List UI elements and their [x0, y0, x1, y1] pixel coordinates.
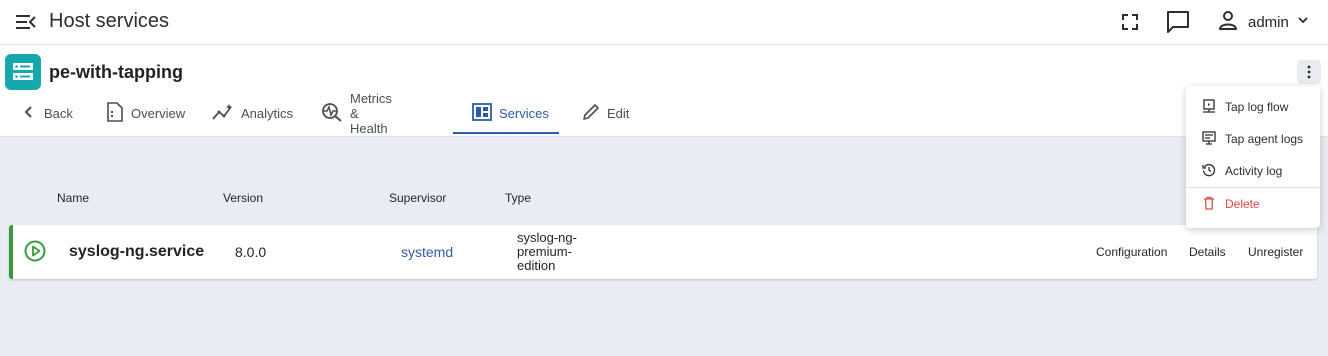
column-header-name: Name [57, 191, 90, 205]
tab-analytics[interactable]: Analytics [212, 91, 293, 135]
tab-edit[interactable]: Edit [582, 91, 629, 135]
service-type: syslog-ng- premium- edition [517, 231, 597, 273]
chevron-left-icon [21, 104, 44, 123]
tab-label: Overview [131, 105, 186, 121]
tap-flow-icon [1202, 98, 1225, 116]
details-button[interactable]: Details [1189, 245, 1226, 259]
service-supervisor-link[interactable]: systemd [401, 244, 453, 260]
tab-label: Metrics & Health [350, 90, 392, 136]
user-menu[interactable]: admin [1216, 8, 1309, 36]
configuration-button[interactable]: Configuration [1096, 245, 1167, 259]
tab-overview[interactable]: Overview [106, 91, 185, 135]
services-icon [472, 102, 499, 124]
active-tab-indicator [453, 132, 559, 134]
play-circle-icon [24, 240, 46, 262]
menu-item-tap-agent-logs[interactable]: Tap agent logs [1186, 125, 1320, 153]
service-type-line: edition [517, 258, 556, 273]
menu-item-delete[interactable]: Delete [1186, 190, 1320, 218]
tab-label: Analytics [241, 105, 294, 121]
more-actions-button[interactable] [1297, 60, 1321, 84]
service-type-line: syslog-ng- [517, 230, 577, 245]
menu-collapse-icon[interactable] [14, 11, 38, 33]
analytics-icon [212, 103, 241, 124]
tab-label: Back [44, 105, 73, 121]
server-icon [5, 54, 41, 90]
metrics-icon [321, 102, 350, 125]
document-icon [106, 101, 131, 125]
tab-services[interactable]: Services [472, 91, 549, 135]
menu-item-tap-log-flow[interactable]: Tap log flow [1186, 93, 1320, 121]
menu-item-label: Tap agent logs [1225, 132, 1304, 146]
unregister-button[interactable]: Unregister [1248, 245, 1303, 259]
menu-item-label: Tap log flow [1225, 100, 1289, 114]
agent-logs-icon [1202, 130, 1225, 148]
service-version: 8.0.0 [235, 244, 267, 260]
history-icon [1202, 163, 1225, 180]
column-header-version: Version [223, 191, 264, 205]
column-header-type: Type [505, 191, 532, 205]
menu-item-label: Activity log [1225, 164, 1283, 178]
trash-icon [1202, 196, 1225, 213]
menu-item-label: Delete [1225, 197, 1260, 211]
user-name: admin [1248, 13, 1289, 31]
tab-metrics-health[interactable]: Metrics & Health [321, 90, 392, 136]
host-name: pe-with-tapping [49, 62, 183, 82]
menu-divider [1186, 187, 1320, 188]
menu-item-activity-log[interactable]: Activity log [1186, 157, 1320, 185]
column-header-supervisor: Supervisor [389, 191, 447, 205]
user-icon [1216, 8, 1240, 37]
tab-label: Edit [607, 105, 630, 121]
tab-label: Services [499, 105, 549, 121]
tab-back[interactable]: Back [21, 91, 73, 135]
top-bar: Host services admin [0, 0, 1328, 45]
service-name: syslog-ng.service [69, 243, 205, 260]
pencil-icon [582, 103, 607, 124]
feedback-icon[interactable] [1165, 9, 1191, 35]
chevron-down-icon [1297, 13, 1309, 31]
more-actions-menu: Tap log flow Tap agent logs Activity log… [1186, 86, 1320, 228]
host-header: pe-with-tapping Back Overview Analytics [0, 45, 1328, 137]
service-type-line: premium- [517, 244, 572, 259]
table-row: syslog-ng.service 8.0.0 systemd syslog-n… [9, 225, 1317, 279]
fullscreen-icon[interactable] [1117, 9, 1143, 35]
page-title: Host services [49, 10, 170, 32]
